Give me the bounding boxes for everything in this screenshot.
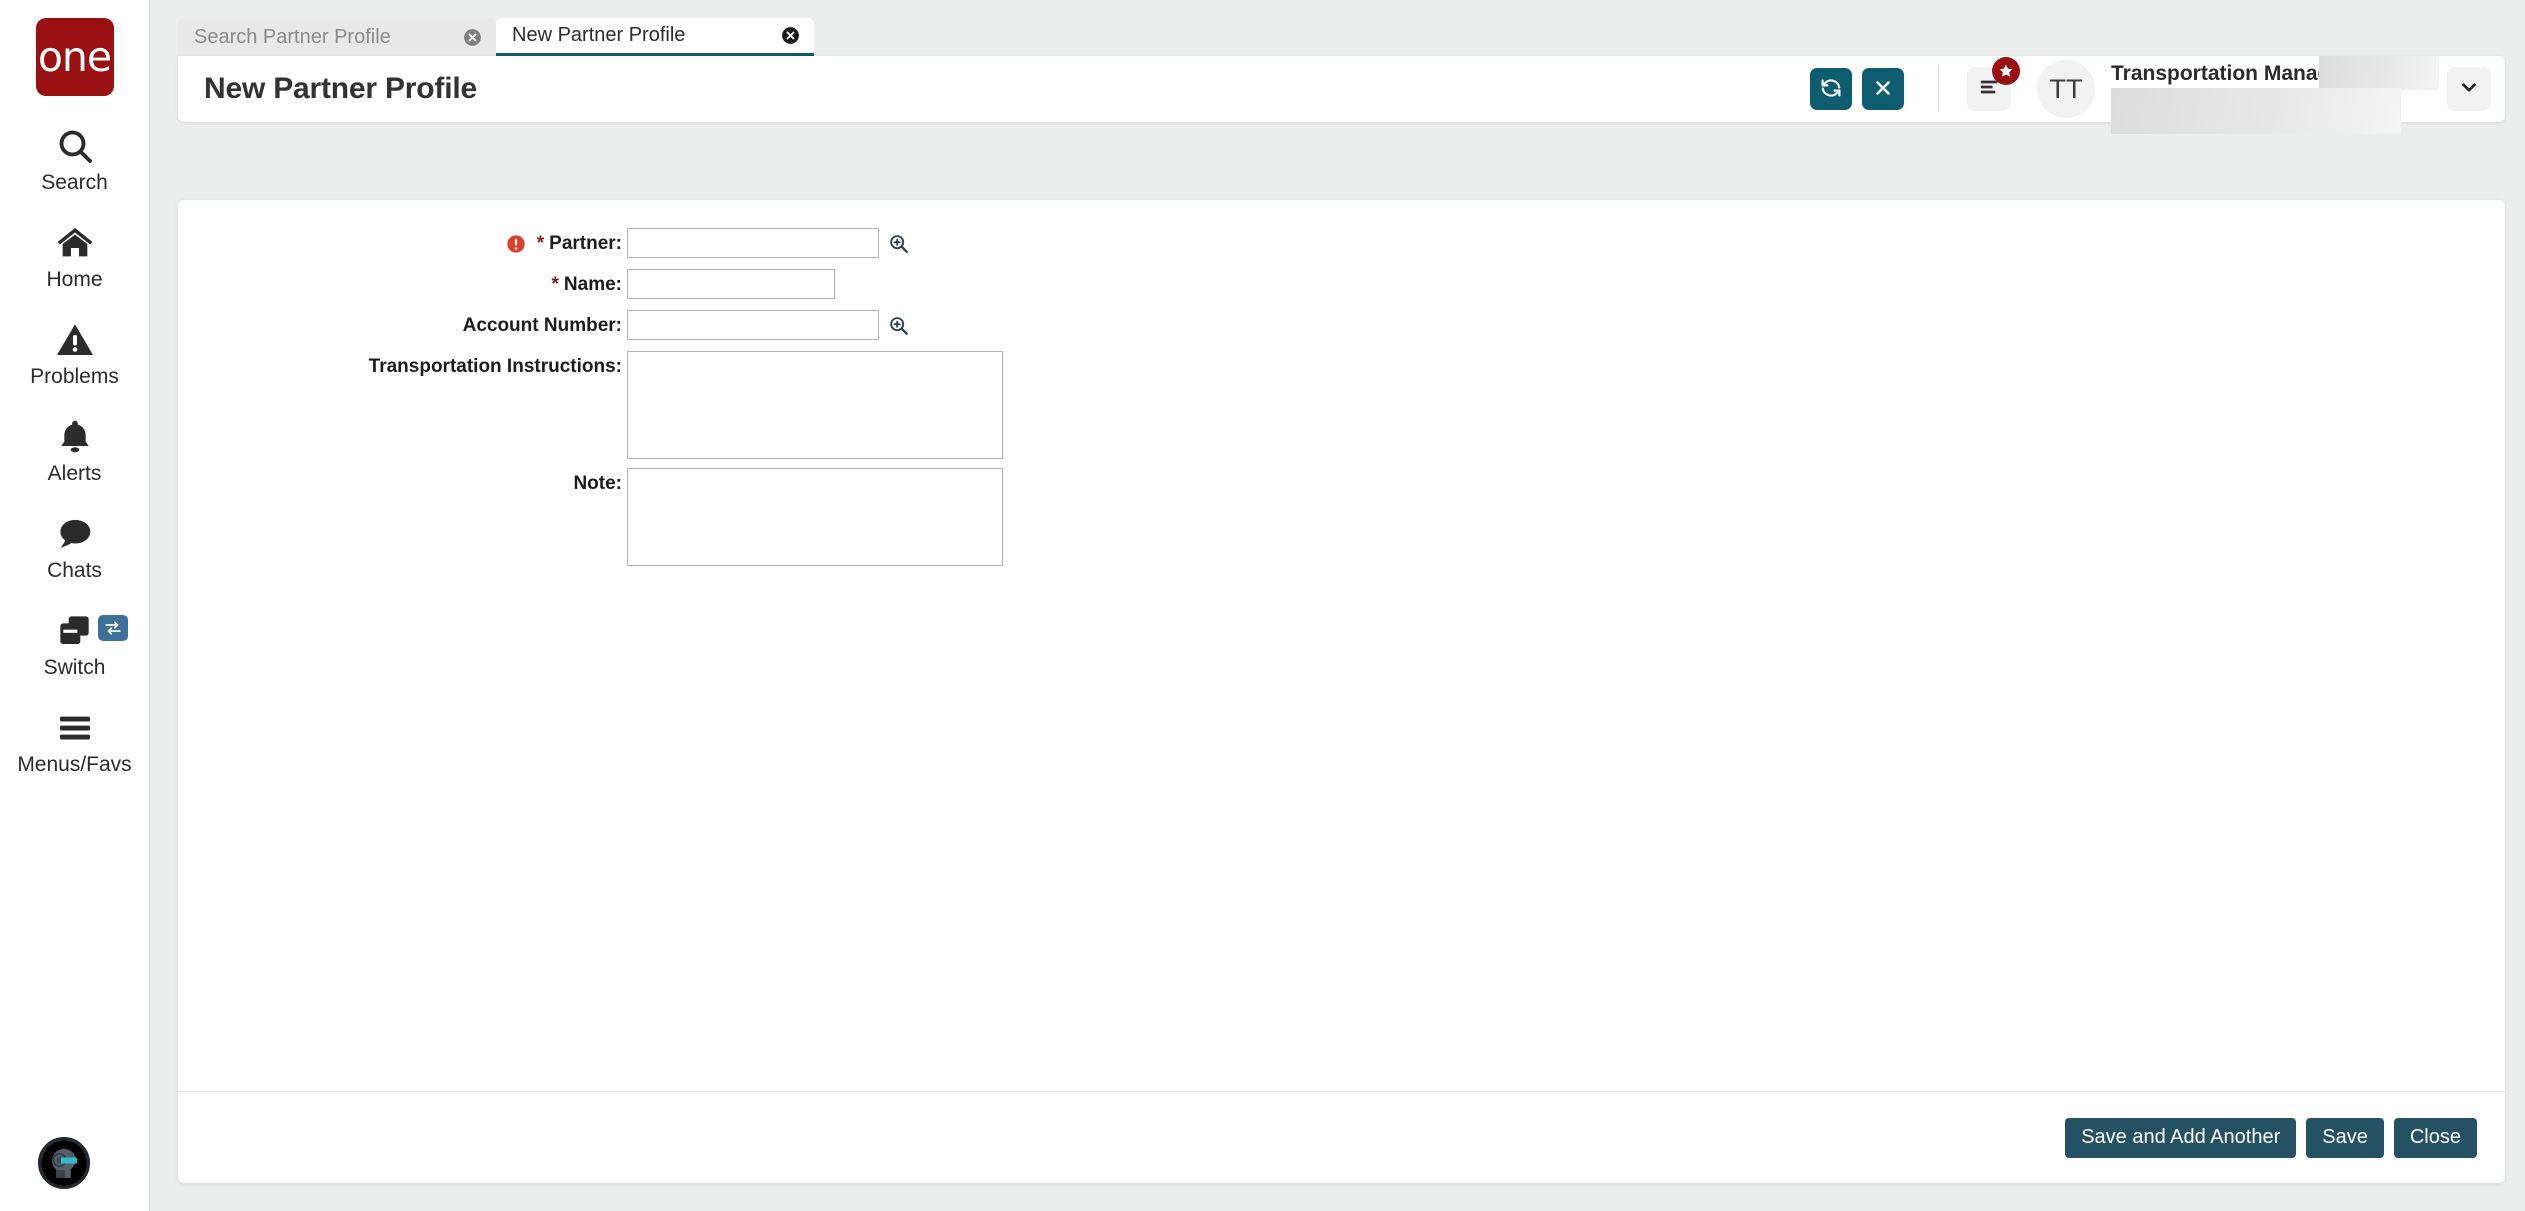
label-colon: : <box>615 315 622 336</box>
form-row-partner: * Partner: <box>178 228 2505 260</box>
form-row-transportation-instructions: Transportation Instructions: <box>178 351 2505 459</box>
x-icon <box>1872 77 1894 102</box>
close-circle-icon[interactable] <box>463 28 482 47</box>
note-label: Note: <box>178 468 627 500</box>
name-input[interactable] <box>627 269 835 299</box>
label-colon: : <box>615 233 622 254</box>
sidebar-item-alerts[interactable]: Alerts <box>0 417 150 484</box>
refresh-button[interactable] <box>1810 68 1852 110</box>
sidebar-item-chats[interactable]: Chats <box>0 514 150 581</box>
header-divider <box>1938 66 1939 112</box>
close-button[interactable]: Close <box>2393 1117 2477 1158</box>
account-number-label: Account Number: <box>178 310 627 342</box>
tab-search-partner-profile[interactable]: Search Partner Profile <box>178 18 496 56</box>
note-textarea[interactable] <box>627 468 1003 566</box>
field-label-text: Transportation Instructions <box>368 356 616 377</box>
sidebar-item-home[interactable]: Home <box>0 223 150 290</box>
header-actions: TT Transportation Manager <box>1800 56 2505 134</box>
sidebar-item-label: Alerts <box>47 462 102 485</box>
transportation-instructions-textarea[interactable] <box>627 351 1003 459</box>
hamburger-icon <box>55 708 95 748</box>
redacted-block <box>2319 56 2439 90</box>
star-icon <box>1992 57 2020 85</box>
required-asterisk: * <box>536 233 545 254</box>
home-icon <box>55 223 95 263</box>
form-row-account-number: Account Number: <box>178 310 2505 342</box>
sidebar-item-label: Chats <box>47 559 102 582</box>
label-colon: : <box>615 356 622 377</box>
tab-label: New Partner Profile <box>512 24 686 46</box>
sidebar-item-problems[interactable]: Problems <box>0 320 150 387</box>
sidebar-item-search[interactable]: Search <box>0 126 150 193</box>
refresh-icon <box>1819 76 1843 103</box>
tab-strip: Search Partner Profile New Partner Profi… <box>178 18 814 56</box>
form-row-note: Note: <box>178 468 2505 566</box>
label-colon: : <box>615 274 622 295</box>
sidebar-item-label: Switch <box>43 656 106 679</box>
partner-profile-form: * Partner: * Name: Account Number: Tran… <box>178 200 2505 1091</box>
chevron-down-icon <box>2458 76 2480 103</box>
one-logo[interactable]: one <box>35 18 114 96</box>
favorites-menu-button[interactable] <box>1967 57 2020 111</box>
page-header-bar: New Partner Profile TT Transportation Ma… <box>178 56 2505 134</box>
partner-input[interactable] <box>627 228 879 258</box>
warning-triangle-icon <box>55 320 95 360</box>
account-number-input[interactable] <box>627 310 879 340</box>
app-root: one Search Home Problems Alerts Chats Sw… <box>0 0 2525 1211</box>
magnifier-zoom-in-icon[interactable] <box>888 310 910 342</box>
redacted-block <box>2111 88 2401 134</box>
field-label-text: Account Number <box>462 315 616 336</box>
close-page-button[interactable] <box>1862 68 1904 110</box>
save-and-add-another-button[interactable]: Save and Add Another <box>2065 1117 2297 1158</box>
save-button[interactable]: Save <box>2306 1117 2384 1158</box>
content-panel: * Partner: * Name: Account Number: Tran… <box>178 200 2505 1183</box>
partner-label: * Partner: <box>178 228 627 260</box>
field-label-text: Name <box>563 274 616 295</box>
tab-new-partner-profile[interactable]: New Partner Profile <box>496 18 814 56</box>
left-sidebar: one Search Home Problems Alerts Chats Sw… <box>0 0 150 1211</box>
label-colon: : <box>615 473 622 494</box>
sidebar-item-menus-favs[interactable]: Menus/Favs <box>0 708 150 775</box>
required-asterisk: * <box>551 274 559 295</box>
user-info-block: Transportation Manager <box>2111 56 2439 134</box>
avatar[interactable]: TT <box>2037 60 2095 118</box>
switch-windows-icon <box>55 611 95 651</box>
user-menu-chevron-button[interactable] <box>2447 67 2491 111</box>
sidebar-item-label: Menus/Favs <box>17 753 132 776</box>
magnifier-zoom-in-icon[interactable] <box>888 228 910 260</box>
search-icon <box>55 126 95 166</box>
field-label-text: Note <box>573 473 616 494</box>
page-title: New Partner Profile <box>204 72 477 105</box>
tab-label: Search Partner Profile <box>194 25 391 48</box>
bell-icon <box>55 417 95 457</box>
form-row-name: * Name: <box>178 269 2505 301</box>
robot-assistant-avatar[interactable] <box>38 1137 90 1189</box>
panel-footer: Save and Add Another Save Close <box>178 1091 2505 1183</box>
close-circle-icon[interactable] <box>781 26 800 45</box>
transportation-instructions-label: Transportation Instructions: <box>178 351 627 383</box>
sidebar-item-label: Home <box>46 268 103 291</box>
avatar-initials: TT <box>2049 73 2083 104</box>
sidebar-item-label: Problems <box>30 365 119 388</box>
field-label-text: Partner <box>549 233 616 254</box>
sidebar-item-label: Search <box>41 171 108 194</box>
sidebar-item-switch[interactable]: Switch <box>0 611 150 678</box>
logo-text: one <box>37 33 112 81</box>
error-exclamation-icon <box>506 234 526 254</box>
switch-toggle-badge-icon[interactable] <box>97 615 128 641</box>
name-label: * Name: <box>178 269 627 301</box>
chat-bubble-icon <box>55 514 95 554</box>
